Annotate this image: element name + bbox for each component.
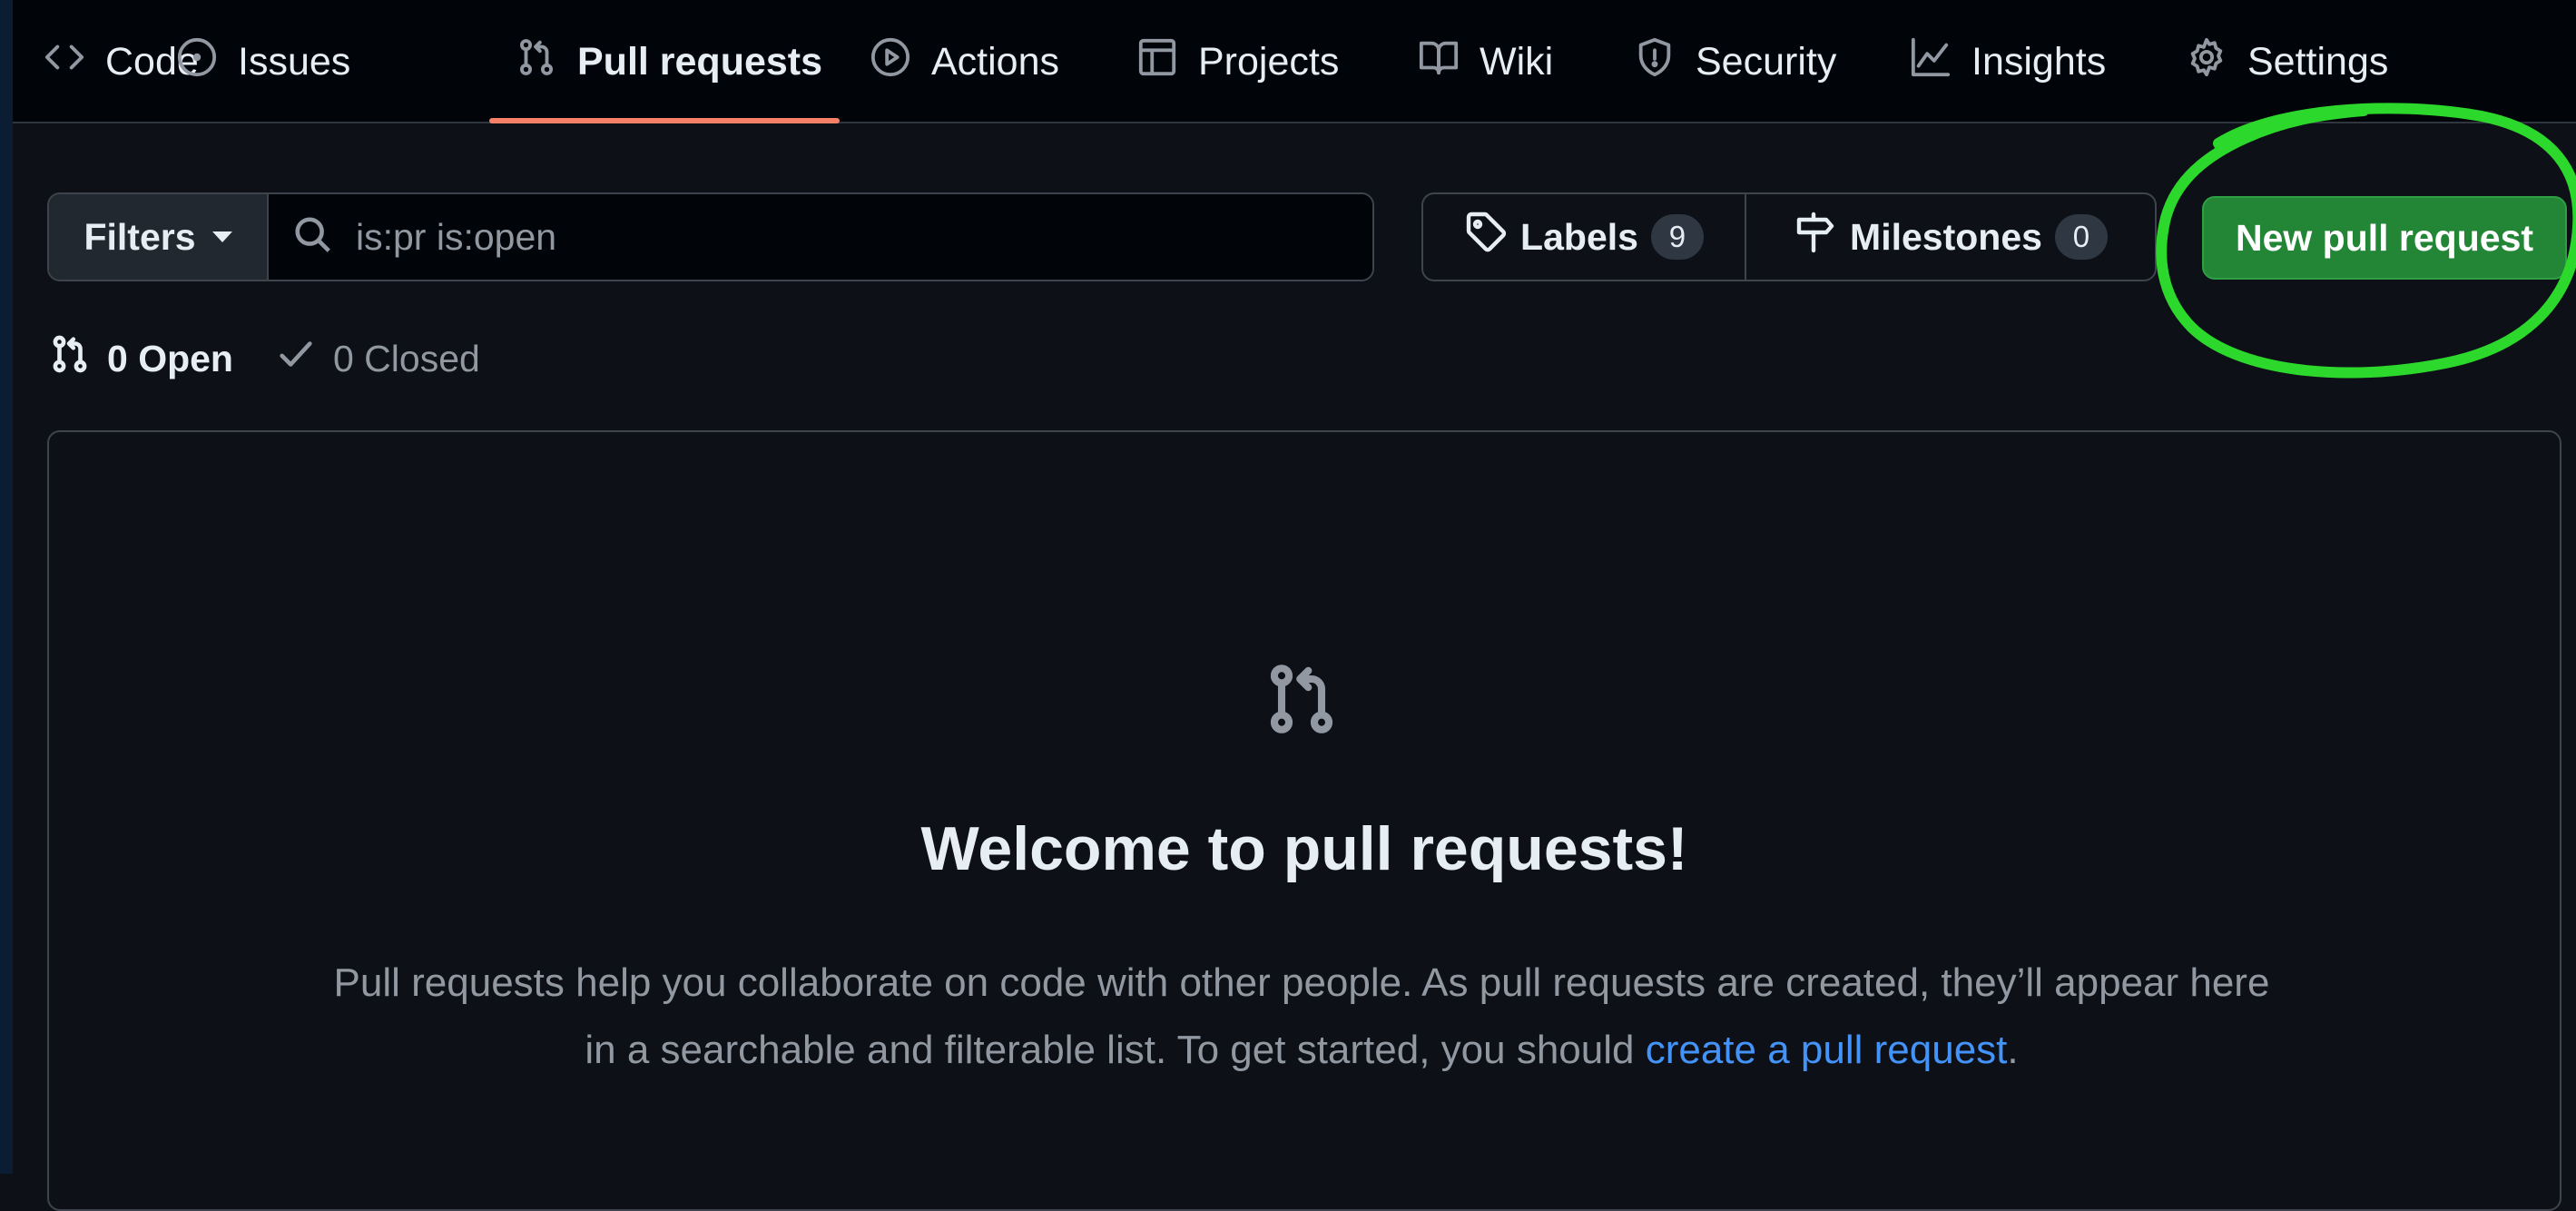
- open-filter-link[interactable]: 0 Open: [49, 333, 233, 384]
- tab-label: Pull requests: [577, 39, 823, 84]
- labels-milestones-group: Labels 9 Milestones 0: [1421, 192, 2157, 281]
- empty-state-box: Welcome to pull requests! Pull requests …: [47, 430, 2561, 1211]
- gear-icon: [2186, 36, 2227, 88]
- empty-state-description: Pull requests help you collaborate on co…: [321, 950, 2282, 1084]
- search-field[interactable]: [269, 194, 1372, 280]
- empty-state-title: Welcome to pull requests!: [920, 814, 1688, 883]
- state-filter: 0 Open 0 Closed: [49, 331, 480, 386]
- open-count: 0 Open: [107, 337, 233, 379]
- tab-pull-requests[interactable]: Pull requests: [516, 0, 822, 123]
- create-pull-request-link[interactable]: create a pull request: [1646, 1028, 2008, 1072]
- tab-issues[interactable]: Issues: [176, 0, 350, 123]
- tag-icon: [1464, 211, 1508, 263]
- new-pull-request-button[interactable]: New pull request: [2202, 196, 2567, 280]
- play-icon: [870, 36, 911, 88]
- issue-opened-icon: [176, 36, 218, 88]
- tab-wiki[interactable]: Wiki: [1418, 0, 1553, 123]
- description-end: .: [2007, 1028, 2019, 1072]
- filters-dropdown-button[interactable]: Filters: [49, 194, 269, 280]
- closed-count: 0 Closed: [332, 337, 480, 379]
- filters-label: Filters: [84, 215, 196, 258]
- tab-insights[interactable]: Insights: [1910, 0, 2106, 123]
- tab-label: Settings: [2247, 39, 2389, 84]
- code-icon: [44, 36, 85, 88]
- closed-filter-link[interactable]: 0 Closed: [275, 333, 480, 384]
- selected-tab-underline: [489, 118, 840, 123]
- labels-count-badge: 9: [1650, 214, 1704, 260]
- labels-button[interactable]: Labels 9: [1423, 194, 1746, 280]
- tab-label: Wiki: [1480, 39, 1554, 84]
- milestones-count-badge: 0: [2054, 214, 2108, 260]
- repo-page: Code Issues Pull requests Actions Projec…: [13, 0, 2576, 1211]
- table-icon: [1136, 36, 1178, 88]
- tab-label: Projects: [1198, 39, 1340, 84]
- milestone-icon: [1794, 211, 1837, 263]
- tab-security[interactable]: Security: [1634, 0, 1836, 123]
- milestones-button[interactable]: Milestones 0: [1746, 194, 2155, 280]
- graph-icon: [1910, 36, 1952, 88]
- git-pull-request-icon: [516, 36, 557, 88]
- tab-label: Insights: [1971, 39, 2107, 84]
- milestones-label: Milestones: [1850, 215, 2042, 258]
- book-icon: [1418, 36, 1460, 88]
- triangle-down-icon: [211, 231, 232, 242]
- repo-tab-nav: Code Issues Pull requests Actions Projec…: [13, 0, 2576, 123]
- git-pull-request-icon: [1262, 659, 1342, 739]
- search-icon: [292, 214, 334, 261]
- shield-icon: [1634, 36, 1676, 88]
- search-input[interactable]: [356, 215, 1354, 259]
- tab-projects[interactable]: Projects: [1136, 0, 1339, 123]
- check-icon: [275, 333, 317, 384]
- tab-label: Security: [1696, 39, 1837, 84]
- git-pull-request-icon: [49, 333, 91, 384]
- tab-settings[interactable]: Settings: [2186, 0, 2388, 123]
- filter-search-group: Filters: [47, 192, 1374, 281]
- tab-label: Issues: [238, 39, 351, 84]
- tab-label: Actions: [931, 39, 1060, 84]
- labels-label: Labels: [1520, 215, 1638, 258]
- tab-actions[interactable]: Actions: [870, 0, 1059, 123]
